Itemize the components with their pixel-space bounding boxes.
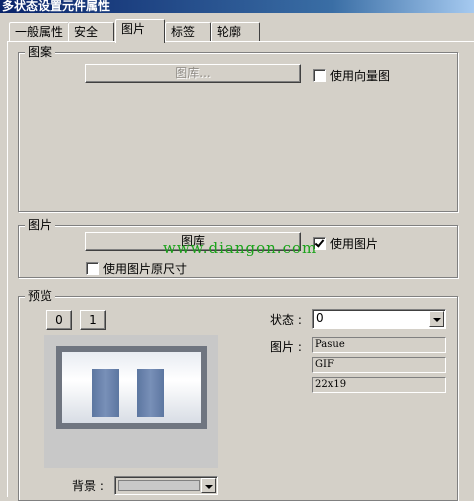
vector-checkbox-label: 使用向量图 <box>330 69 391 83</box>
state-0-button[interactable]: 0 <box>46 310 72 330</box>
vector-checkbox-box[interactable] <box>313 69 326 82</box>
vector-checkbox[interactable]: 使用向量图 <box>313 67 390 84</box>
use-picture-checkbox-box[interactable] <box>313 237 326 250</box>
pattern-group-legend: 图案 <box>25 45 56 59</box>
tab-security[interactable]: 安全 <box>68 22 114 42</box>
chevron-down-icon[interactable] <box>201 478 216 493</box>
pattern-library-button[interactable]: 图库... <box>85 64 301 83</box>
state-label: 状态 : <box>270 313 302 327</box>
use-picture-checkbox[interactable]: 使用图片 <box>313 235 378 252</box>
use-picture-checkbox-label: 使用图片 <box>330 237 379 251</box>
pause-icon <box>62 352 201 423</box>
picture-format-field: GIF <box>312 357 446 373</box>
picture-preview <box>44 335 218 468</box>
state-select[interactable]: 0 <box>312 309 446 329</box>
tab-label[interactable]: 标签 <box>165 22 211 42</box>
tab-picture[interactable]: 图片 <box>115 19 165 43</box>
state-select-value: 0 <box>316 311 324 325</box>
pause-bar-left <box>92 369 119 417</box>
background-color-swatch <box>118 480 200 491</box>
pause-button-image <box>56 346 207 429</box>
preview-group-legend: 预览 <box>25 289 56 303</box>
picture-group-legend: 图片 <box>25 218 56 232</box>
tab-general[interactable]: 一般属性 <box>9 22 69 42</box>
window-title: 多状态设置元件属性 <box>0 0 474 13</box>
original-size-checkbox-box[interactable] <box>86 262 99 275</box>
picture-label: 图片 : <box>270 340 302 354</box>
chevron-down-icon[interactable] <box>429 311 444 327</box>
picture-size-field: 22x19 <box>312 377 446 393</box>
picture-name-field: Pasue <box>312 337 446 353</box>
pause-bar-right <box>137 369 164 417</box>
tab-outline[interactable]: 轮廓 <box>211 22 260 42</box>
original-size-checkbox[interactable]: 使用图片原尺寸 <box>86 260 187 277</box>
background-label: 背景 : <box>72 479 104 493</box>
picture-library-button[interactable]: 图库 <box>85 232 301 251</box>
background-select[interactable] <box>114 476 218 495</box>
state-1-button[interactable]: 1 <box>80 310 106 330</box>
original-size-checkbox-label: 使用图片原尺寸 <box>103 262 188 276</box>
